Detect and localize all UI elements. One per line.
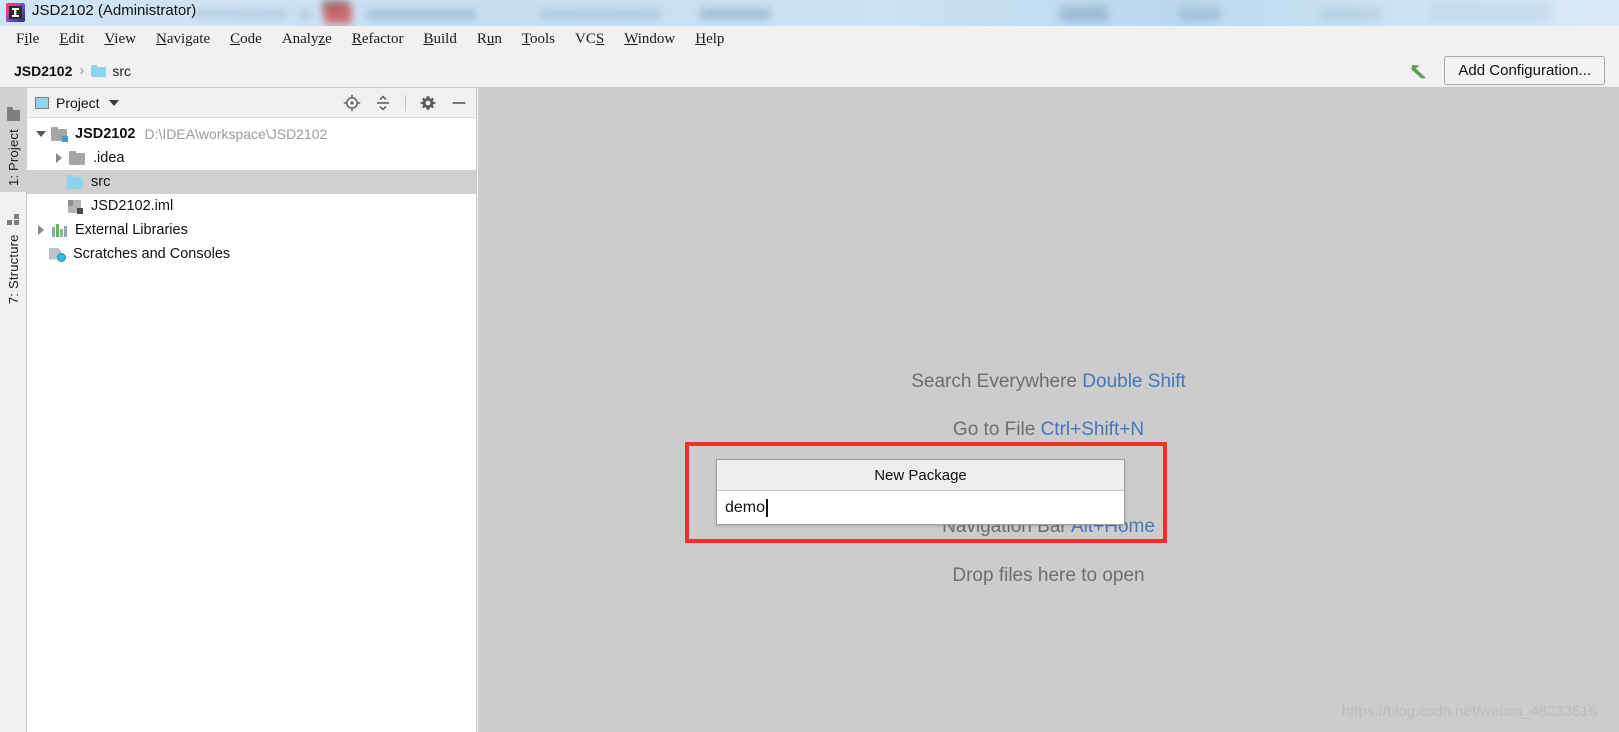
hint-label: Go to File bbox=[952, 419, 1036, 440]
structure-icon bbox=[7, 214, 20, 226]
editor-empty-area: Search Everywhere Double Shift Go to Fil… bbox=[478, 88, 1619, 732]
menu-tools[interactable]: Tools bbox=[512, 29, 565, 50]
tree-node-label: Scratches and Consoles bbox=[73, 246, 231, 262]
blurred-desktop-shape bbox=[1320, 8, 1380, 20]
package-name-input[interactable]: demo bbox=[717, 491, 1124, 524]
menu-file[interactable]: File bbox=[6, 29, 49, 50]
blurred-desktop-shape bbox=[1430, 2, 1550, 24]
package-name-value: demo bbox=[725, 498, 766, 516]
tree-node-jsd2102-iml[interactable]: JSD2102.iml bbox=[27, 194, 476, 218]
blurred-desktop-shape bbox=[540, 9, 660, 20]
tree-node-scratches-and-consoles[interactable]: Scratches and Consoles bbox=[27, 242, 476, 266]
tree-node-external-libraries[interactable]: External Libraries bbox=[27, 218, 476, 242]
chevron-down-icon[interactable] bbox=[108, 99, 119, 106]
watermark: https://blog.csdn.net/weixin_48233516 bbox=[1341, 703, 1597, 720]
chevron-right-icon[interactable] bbox=[33, 222, 49, 238]
hint-label: Search Everywhere bbox=[911, 371, 1077, 392]
hint-shortcut: Double Shift bbox=[1082, 371, 1186, 392]
tree-node-label: External Libraries bbox=[75, 222, 188, 238]
sidebar-tab-structure-label: 7: Structure bbox=[6, 234, 21, 304]
locate-in-tree-icon[interactable] bbox=[343, 94, 361, 112]
breadcrumb-project[interactable]: JSD2102 bbox=[14, 63, 72, 79]
collapse-all-icon[interactable] bbox=[374, 94, 392, 112]
blurred-desktop-shape bbox=[300, 10, 310, 19]
sidebar-tab-structure[interactable]: 7: Structure bbox=[0, 198, 27, 310]
navbar-right-group: Add Configuration... bbox=[1408, 56, 1619, 85]
menu-window[interactable]: Window bbox=[614, 29, 685, 50]
menu-refactor[interactable]: Refactor bbox=[342, 29, 414, 50]
iml-file-icon bbox=[67, 199, 84, 214]
chevron-right-icon[interactable] bbox=[51, 150, 67, 166]
gear-icon[interactable] bbox=[419, 94, 437, 112]
run-arrow-icon[interactable] bbox=[1408, 60, 1430, 82]
folder-icon bbox=[7, 110, 20, 122]
blurred-desktop-shape bbox=[366, 9, 476, 20]
tree-node-idea[interactable]: .idea bbox=[27, 146, 476, 170]
toolbar-divider bbox=[405, 94, 406, 111]
hint-label: Drop files here to open bbox=[952, 565, 1145, 586]
dialog-title: New Package bbox=[717, 460, 1124, 491]
tree-node-label: .idea bbox=[93, 150, 125, 166]
project-panel-header: Project bbox=[27, 88, 476, 118]
blurred-desktop-shape bbox=[1180, 7, 1220, 21]
project-tree[interactable]: JSD2102 D:\IDEA\workspace\JSD2102 .idea src… bbox=[27, 118, 476, 266]
menu-run[interactable]: Run bbox=[467, 29, 512, 50]
scratches-icon bbox=[49, 247, 66, 262]
hint-search-everywhere: Search Everywhere Double Shift bbox=[478, 371, 1619, 393]
hint-go-to-file: Go to File Ctrl+Shift+N bbox=[478, 419, 1619, 441]
menu-analyze[interactable]: Analyze bbox=[272, 29, 342, 50]
menu-vcs[interactable]: VCS bbox=[565, 29, 614, 50]
sidebar-tab-project[interactable]: 1: Project bbox=[0, 88, 27, 192]
breadcrumb-src[interactable]: src bbox=[112, 63, 131, 79]
tree-node-src[interactable]: src bbox=[27, 170, 476, 194]
folder-icon bbox=[69, 150, 86, 166]
project-panel-toolbar bbox=[343, 94, 468, 112]
module-icon bbox=[51, 126, 68, 142]
folder-icon bbox=[67, 174, 84, 190]
tree-node-label: JSD2102 bbox=[75, 126, 136, 142]
intellij-idea-logo-icon bbox=[6, 3, 25, 22]
idea-window: JSD2102 (Administrator) File Edit View Navi… bbox=[0, 0, 1619, 732]
menu-edit[interactable]: Edit bbox=[49, 29, 94, 50]
tree-node-label: JSD2102.iml bbox=[91, 198, 174, 214]
left-tool-window-strip: 1: Project 7: Structure bbox=[0, 88, 27, 732]
project-panel-title: Project bbox=[56, 94, 100, 111]
add-configuration-button[interactable]: Add Configuration... bbox=[1444, 56, 1605, 85]
menu-navigate[interactable]: Navigate bbox=[146, 29, 220, 50]
menu-build[interactable]: Build bbox=[413, 29, 466, 50]
window-title-bar: JSD2102 (Administrator) bbox=[0, 0, 1619, 26]
tree-node-jsd2102[interactable]: JSD2102 D:\IDEA\workspace\JSD2102 bbox=[27, 122, 476, 146]
window-title: JSD2102 (Administrator) bbox=[32, 2, 197, 19]
folder-icon bbox=[91, 64, 107, 77]
libraries-icon bbox=[51, 223, 68, 238]
blurred-desktop-shape bbox=[1060, 6, 1108, 22]
tree-node-path: D:\IDEA\workspace\JSD2102 bbox=[144, 126, 328, 142]
hint-shortcut: Ctrl+Shift+N bbox=[1040, 419, 1145, 440]
hint-drop-files: Drop files here to open bbox=[478, 565, 1619, 587]
blurred-desktop-shape bbox=[700, 8, 770, 20]
sidebar-tab-project-label: 1: Project bbox=[6, 129, 21, 186]
new-package-dialog: New Package demo bbox=[716, 459, 1125, 525]
minimize-icon[interactable] bbox=[450, 94, 468, 112]
chevron-down-icon[interactable] bbox=[33, 126, 49, 142]
project-tool-window: Project JSD2102 D:\IDEA\workspace\JSD210… bbox=[27, 88, 477, 732]
tree-node-label: src bbox=[91, 174, 111, 190]
blurred-desktop-shape bbox=[324, 4, 352, 24]
blurred-desktop-shape bbox=[196, 10, 286, 18]
navigation-bar: JSD2102 › src Add Configuration... bbox=[0, 54, 1619, 88]
menu-code[interactable]: Code bbox=[220, 29, 272, 50]
text-caret bbox=[766, 498, 768, 517]
project-window-icon bbox=[35, 96, 49, 109]
menu-help[interactable]: Help bbox=[685, 29, 734, 50]
breadcrumb-separator: › bbox=[79, 62, 85, 79]
menu-view[interactable]: View bbox=[94, 29, 146, 50]
menu-bar: File Edit View Navigate Code Analyze Refactor B… bbox=[0, 26, 1619, 54]
